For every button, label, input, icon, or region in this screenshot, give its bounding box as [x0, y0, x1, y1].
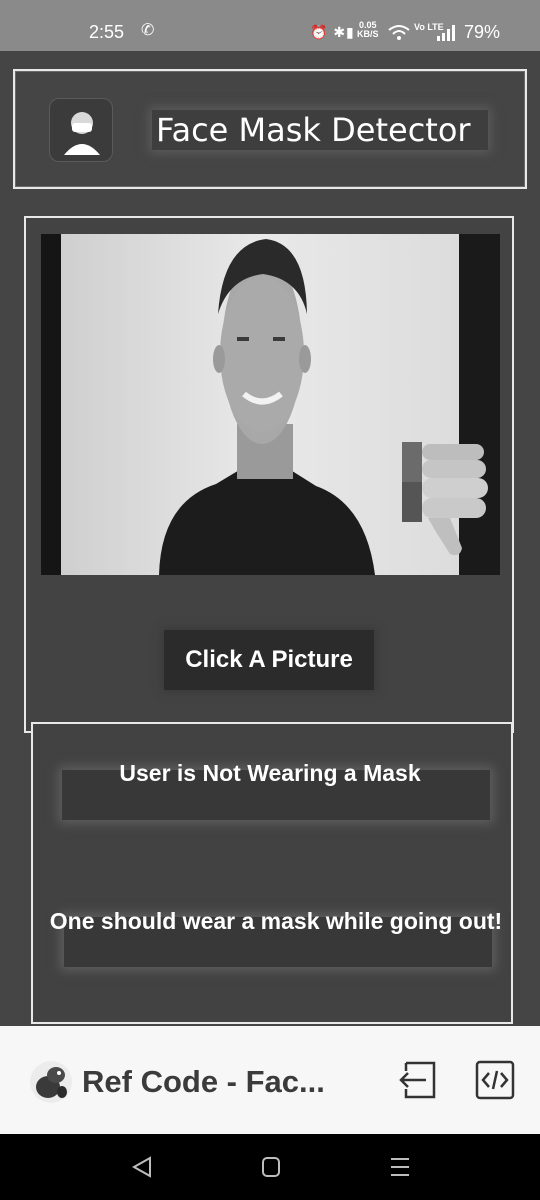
code-icon: [475, 1060, 515, 1100]
view-code-button[interactable]: [474, 1059, 516, 1101]
exit-icon: [399, 1061, 436, 1099]
masked-person-icon: [49, 98, 113, 162]
avatar: [30, 1061, 72, 1103]
status-time: 2:55: [89, 22, 125, 42]
network-speed-unit: KB/S: [357, 29, 379, 39]
back-icon: [131, 1156, 151, 1178]
bottom-bar-title: Ref Code - Fac...: [82, 1064, 325, 1099]
battery-level: 79%: [464, 22, 501, 42]
exit-button[interactable]: [398, 1059, 440, 1101]
network-speed: 0.05 KB/S: [357, 21, 379, 39]
wifi-icon: [388, 25, 410, 40]
status-bar: 2:55 ✆ ⏰ ✱▮ 0.05 KB/S Vo LTE 79%: [0, 0, 540, 51]
result-advice: One should wear a mask while going out!: [49, 908, 503, 934]
recents-button[interactable]: [380, 1150, 420, 1184]
page-title: Face Mask Detector: [152, 110, 488, 150]
home-icon: [262, 1157, 280, 1177]
home-button[interactable]: [251, 1150, 291, 1184]
recents-icon: [391, 1158, 409, 1176]
signal-icon: [437, 25, 455, 41]
alarm-icon: ⏰ ✱▮: [310, 24, 355, 40]
click-picture-button[interactable]: Click A Picture: [164, 630, 374, 690]
thumbs-down-icon: [402, 442, 488, 556]
phone-icon: ✆: [141, 22, 155, 39]
result-status: User is Not Wearing a Mask: [119, 760, 421, 786]
back-button[interactable]: [122, 1150, 162, 1184]
